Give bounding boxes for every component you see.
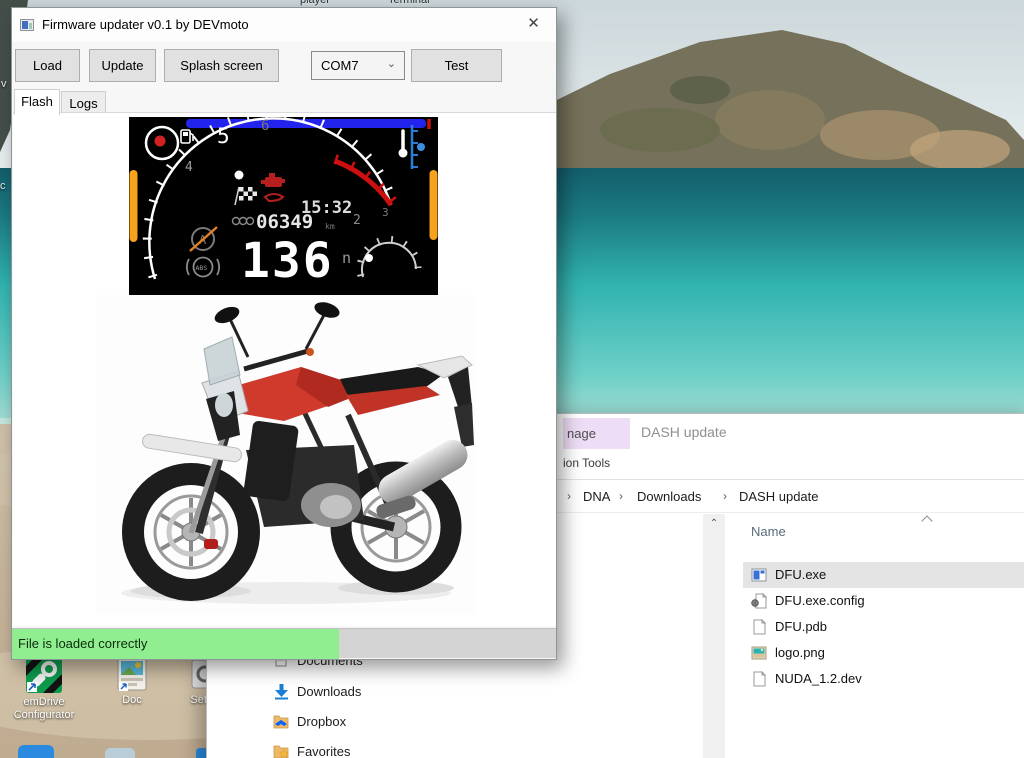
tab-flash[interactable]: Flash bbox=[14, 89, 60, 115]
sidebar-item-favorites[interactable]: Favorites bbox=[263, 738, 463, 758]
file-name: DFU.pdb bbox=[775, 619, 827, 634]
chevron-down-icon: ⌄ bbox=[387, 57, 396, 70]
tab-logs[interactable]: Logs bbox=[61, 91, 106, 113]
favorites-folder-icon bbox=[273, 743, 290, 758]
doc-label: Doc bbox=[88, 694, 176, 707]
sidebar-item-label: Downloads bbox=[297, 684, 361, 699]
status-bar: File is loaded correctly bbox=[12, 628, 556, 658]
breadcrumb-chevron: › bbox=[723, 489, 727, 503]
dash-left-bar bbox=[130, 170, 138, 242]
breadcrumb-item-dash-update[interactable]: DASH update bbox=[739, 489, 819, 504]
load-button[interactable]: Load bbox=[15, 49, 80, 82]
dropbox-folder-icon bbox=[273, 713, 290, 730]
close-button[interactable]: ✕ bbox=[511, 8, 556, 40]
svg-text:km: km bbox=[325, 222, 335, 231]
window-title: Firmware updater v0.1 by DEVmoto bbox=[42, 17, 249, 32]
emdrive-label-line1: emDrive bbox=[0, 696, 88, 709]
sidebar-item-downloads[interactable]: Downloads bbox=[263, 678, 463, 706]
column-header-name[interactable]: Name bbox=[751, 524, 786, 539]
file-row-nuda-dev[interactable]: NUDA_1.2.dev bbox=[743, 666, 1024, 692]
partial-bottom-icon-blue[interactable] bbox=[18, 745, 54, 758]
explorer-ribbon-tab-application-tools[interactable]: ion Tools bbox=[563, 456, 610, 470]
com-port-value: COM7 bbox=[321, 58, 359, 73]
svg-text:06349: 06349 bbox=[256, 211, 313, 233]
exe-file-icon bbox=[751, 567, 767, 583]
svg-text:2: 2 bbox=[353, 213, 361, 228]
svg-text:ABS: ABS bbox=[196, 264, 208, 272]
breadcrumb-item-dna[interactable]: DNA bbox=[583, 489, 610, 504]
explorer-contextual-tab-manage[interactable]: nage bbox=[563, 418, 630, 449]
desktop-icon-emdrive-configurator[interactable]: emDrive Configurator bbox=[0, 656, 88, 722]
splash-screen-button[interactable]: Splash screen bbox=[164, 49, 279, 82]
file-row-dfu-exe[interactable]: DFU.exe bbox=[743, 562, 1024, 588]
desktop-icon-settings-partial[interactable]: Sett bbox=[168, 656, 210, 707]
file-name: logo.png bbox=[775, 645, 825, 660]
tab-strip: Flash Logs bbox=[12, 89, 556, 113]
breadcrumb-item-downloads[interactable]: Downloads bbox=[637, 489, 701, 504]
doc-icon bbox=[116, 656, 148, 692]
document-file-icon bbox=[751, 671, 767, 687]
nav-pane-scrollbar[interactable]: ⌃ bbox=[703, 514, 725, 758]
app-window-icon bbox=[20, 19, 34, 31]
emdrive-label-line2: Configurator bbox=[0, 709, 88, 722]
emdrive-icon bbox=[25, 656, 63, 694]
desktop: player Terminal v c emDrive Configurator bbox=[0, 0, 1024, 758]
partial-bottom-icon-faint[interactable] bbox=[105, 748, 135, 758]
partial-icon-label-c: c bbox=[0, 180, 6, 192]
dash-right-bar bbox=[430, 170, 438, 240]
com-port-select[interactable]: COM7 ⌄ bbox=[311, 51, 405, 80]
settings-label: Sett bbox=[168, 694, 210, 707]
scrollbar-up-icon[interactable]: ⌃ bbox=[703, 514, 725, 529]
dashboard-preview-image: 4 5 6 bbox=[129, 117, 438, 295]
svg-text:5: 5 bbox=[217, 124, 230, 148]
file-name: DFU.exe bbox=[775, 567, 826, 582]
downloads-icon bbox=[273, 683, 290, 700]
file-name: NUDA_1.2.dev bbox=[775, 671, 862, 686]
motorcycle-preview-image bbox=[96, 295, 476, 614]
status-message: File is loaded correctly bbox=[18, 636, 147, 651]
flash-tab-page: 4 5 6 bbox=[13, 112, 556, 626]
explorer-window-title: DASH update bbox=[641, 424, 727, 440]
test-button[interactable]: Test bbox=[411, 49, 502, 82]
file-row-dfu-exe-config[interactable]: DFU.exe.config bbox=[743, 588, 1024, 614]
titlebar[interactable]: Firmware updater v0.1 by DEVmoto ✕ bbox=[12, 8, 556, 42]
sidebar-item-label: Favorites bbox=[297, 744, 350, 758]
svg-text:136: 136 bbox=[241, 233, 334, 289]
breadcrumb-chevron: › bbox=[567, 489, 571, 503]
firmware-updater-window: Firmware updater v0.1 by DEVmoto ✕ Load … bbox=[11, 7, 557, 660]
file-row-logo-png[interactable]: logo.png bbox=[743, 640, 1024, 666]
partial-icon-label-v: v bbox=[1, 78, 7, 90]
svg-text:n: n bbox=[342, 249, 351, 267]
svg-text:4: 4 bbox=[185, 160, 193, 175]
document-file-icon bbox=[751, 619, 767, 635]
partial-icon-label-terminal: Terminal bbox=[388, 0, 430, 6]
file-name: DFU.exe.config bbox=[775, 593, 865, 608]
sidebar-item-dropbox[interactable]: Dropbox bbox=[263, 708, 463, 736]
svg-text:6: 6 bbox=[261, 118, 269, 134]
file-row-dfu-pdb[interactable]: DFU.pdb bbox=[743, 614, 1024, 640]
update-button[interactable]: Update bbox=[89, 49, 156, 82]
partial-icon-label-player: player bbox=[300, 0, 330, 6]
breadcrumb-chevron: › bbox=[619, 489, 623, 503]
config-file-icon bbox=[751, 593, 767, 609]
sort-ascending-icon[interactable] bbox=[923, 514, 933, 524]
sidebar-item-label: Dropbox bbox=[297, 714, 346, 729]
svg-text:3: 3 bbox=[382, 206, 389, 219]
desktop-icon-doc[interactable]: Doc bbox=[88, 656, 176, 707]
image-file-icon bbox=[751, 645, 767, 661]
